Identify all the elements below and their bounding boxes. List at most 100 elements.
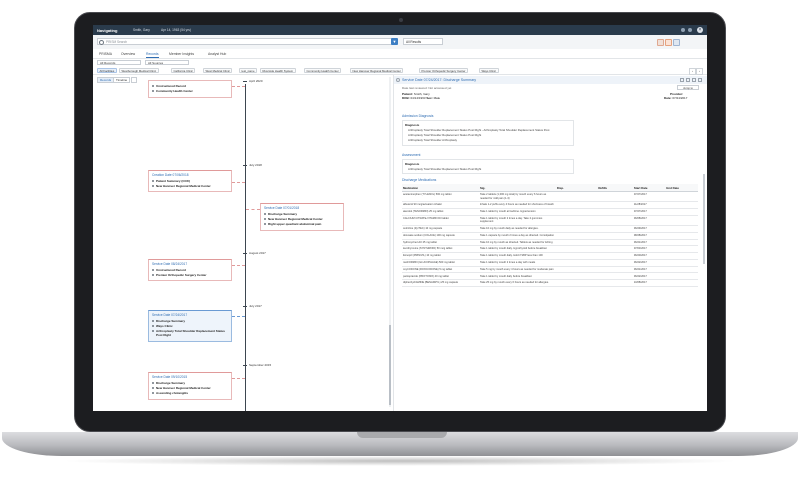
refills-cell <box>597 279 633 287</box>
diagnosis-line: Arthroplasty Total Shoulder Replacement … <box>408 132 482 137</box>
card-title[interactable]: Service Date 08/24/2017 <box>152 262 228 266</box>
expand-icon[interactable] <box>680 78 684 82</box>
month-label: April 2020 <box>249 79 263 83</box>
refills-cell <box>597 252 633 260</box>
timeline-card[interactable]: Service Date 07/01/2018 Discharge Summar… <box>260 203 344 231</box>
table-row: acetaminophen (TYLENOL) 500 mg tablet Tak… <box>402 191 698 203</box>
tab-analyst-hub[interactable]: Analyst Hub <box>208 52 226 56</box>
disp-cell <box>555 245 598 254</box>
card-item: Arthroplasty Total Shoulder Replacement … <box>152 329 228 337</box>
admission-diagnosis-box: Diagnosis Arthroplasty Total Shoulder Re… <box>402 120 574 146</box>
card-title[interactable]: Service Date 07/01/2018 <box>264 206 340 210</box>
records-view-button[interactable]: Records <box>97 77 115 83</box>
timeline-panel: April 2020 July 2018 August 2017 July 20… <box>93 74 393 411</box>
table-row: pantoprazole (PROTONIX) 40 mg tablet Take… <box>402 272 698 281</box>
funnel-icon: ▼ <box>392 39 397 44</box>
disp-cell <box>555 252 598 260</box>
app-logo: Navigating <box>97 27 118 33</box>
sex-label: Sex: <box>426 96 433 100</box>
chip-facility[interactable]: test_name <box>239 67 258 73</box>
card-title[interactable]: Creation Date 07/06/2018 <box>152 173 228 177</box>
start-date-cell: 10/08/2017 <box>632 279 666 287</box>
end-date-cell <box>665 201 698 209</box>
settings-icon[interactable] <box>673 38 680 46</box>
sort-icon[interactable] <box>131 77 137 83</box>
timeline-view-button[interactable]: Timeline <box>113 77 131 83</box>
results-select[interactable]: All Results <box>403 38 443 45</box>
chip-facility[interactable]: Ways Clinic <box>479 67 499 73</box>
card-item: Ways Clinic <box>152 324 228 328</box>
timeline-card[interactable]: Unstructured Record Community Health Cen… <box>148 80 232 98</box>
more-icon[interactable] <box>692 78 696 82</box>
end-date-cell <box>665 245 698 254</box>
chip-facility[interactable]: Community Health Center <box>304 67 342 73</box>
chip-facility[interactable]: Premier Orthopedic Surgery Center <box>419 67 468 73</box>
refills-cell <box>597 201 633 209</box>
patient-name: Smith, Gary <box>133 28 150 33</box>
start-date-cell: 08/28/2017 <box>632 232 666 240</box>
chip-facility[interactable]: Westborough Medical Clinic <box>119 67 159 73</box>
timeline-scroll-thumb[interactable] <box>389 325 391 405</box>
assessment-title: Assessment <box>402 153 421 157</box>
end-date-cell <box>665 272 698 281</box>
document-title: Service Date 07/24/2017: Discharge Summa… <box>402 78 477 83</box>
document-scrollbar[interactable] <box>703 174 705 264</box>
close-panel-icon[interactable] <box>698 78 702 82</box>
tab-records[interactable]: Records <box>146 52 159 58</box>
tab-member-insights[interactable]: Member Insights <box>169 52 194 56</box>
month-label: August 2017 <box>249 251 266 255</box>
sig-cell: Take 25 mg by mouth every 6 hours as nee… <box>478 279 556 287</box>
chip-facility[interactable]: California Clinic <box>171 67 196 73</box>
table-row: docusate sodium (COLACE) 100 mg capsule T… <box>402 232 698 240</box>
medication-cell: atenolol (TENORMIN) 25 mg tablet <box>402 208 479 216</box>
user-icon[interactable] <box>688 28 692 32</box>
timeline-card-selected[interactable]: Service Date 07/24/2017 Discharge Summar… <box>148 310 232 342</box>
table-row: lisinopril (PRINIVIL) 10 mg tablet Take 1… <box>402 252 698 260</box>
refills-cell <box>597 225 633 233</box>
disp-cell <box>555 225 598 233</box>
filter-button[interactable]: ▼ <box>391 38 398 45</box>
alert-icon[interactable] <box>657 38 664 46</box>
bell-icon[interactable] <box>681 28 685 32</box>
sig-cell: Take 1 capsule by mouth 2 times a day as… <box>478 232 556 240</box>
card-title[interactable]: Service Date 09/10/2015 <box>152 375 228 379</box>
tab-prisma[interactable]: PRISMA <box>99 52 112 56</box>
sig-cell: Inhale 1-2 puffs every 4 hours as needed… <box>478 201 556 209</box>
tab-overview[interactable]: Overview <box>121 52 135 56</box>
card-title[interactable]: Service Date 07/24/2017 <box>152 313 228 317</box>
close-icon[interactable]: × <box>697 27 703 33</box>
card-item: Ascending cholangitis <box>152 391 228 395</box>
card-connector <box>232 316 245 317</box>
refills-cell <box>597 245 633 254</box>
chip-facility[interactable]: Riverside Health System <box>260 67 296 73</box>
laptop-base <box>2 432 798 456</box>
date-label: Date: <box>664 96 672 100</box>
print-icon[interactable] <box>686 78 690 82</box>
start-date-cell: 06/29/2017 <box>632 225 666 233</box>
end-date-cell <box>665 208 698 216</box>
chip-facility[interactable]: West Medical Clinic <box>203 67 233 73</box>
flag-icon[interactable] <box>665 38 672 46</box>
end-date-cell <box>665 239 698 247</box>
card-item: Premier Orthopedic Surgery Center <box>152 273 228 277</box>
timeline-card[interactable]: Service Date 09/10/2015 Discharge Summar… <box>148 372 232 400</box>
table-row: levothyroxine (SYNTHROID) 50 mcg tablet T… <box>402 245 698 254</box>
start-date-cell: 11/28/2017 <box>632 201 666 209</box>
table-row: diphenhydrAMINE (BENADRYL) 25 mg capsule… <box>402 279 698 287</box>
table-row: hydroxyzine HCl 25 mg tablet Take 10 mg b… <box>402 239 698 247</box>
medication-cell: lisinopril (PRINIVIL) 10 mg tablet <box>402 252 479 260</box>
end-date-cell <box>665 215 698 226</box>
timeline-card[interactable]: Service Date 08/24/2017 Unstructured Rec… <box>148 259 232 282</box>
disp-cell <box>555 201 598 209</box>
disp-cell <box>555 266 598 274</box>
jump-to-button[interactable]: Jump to <box>677 85 699 90</box>
start-date-cell: 06/21/2017 <box>632 266 666 274</box>
search-input[interactable]: PRISM Search <box>97 38 397 45</box>
sources-select[interactable]: All Sources <box>145 59 189 65</box>
timeline-card[interactable]: Creation Date 07/06/2018 Patient Summary… <box>148 170 232 193</box>
card-connector <box>232 86 245 87</box>
chip-facility[interactable]: New Hanover Regional Medical Center <box>350 67 404 73</box>
records-select[interactable]: All Records <box>97 59 141 65</box>
chip-all-facilities[interactable]: All Facilities <box>97 67 117 73</box>
column-header: Refills <box>597 184 633 192</box>
